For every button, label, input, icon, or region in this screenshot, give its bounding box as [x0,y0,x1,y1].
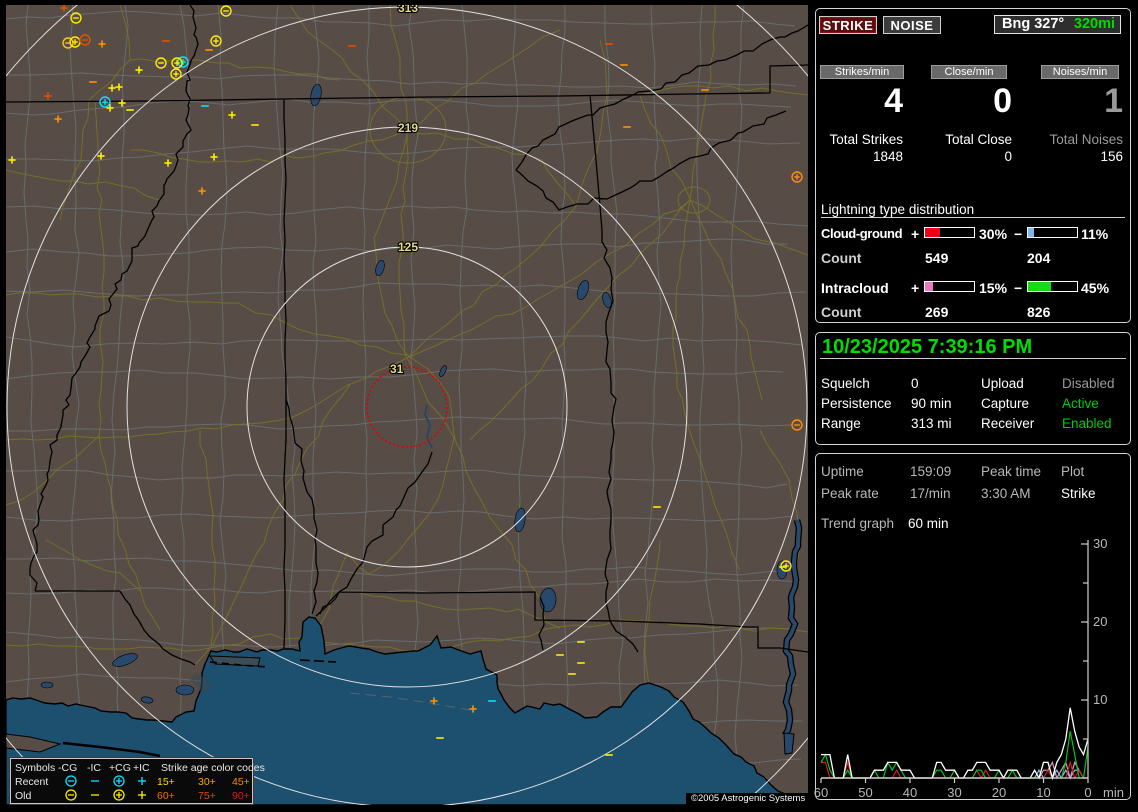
svg-text:10: 10 [1093,692,1107,707]
svg-text:60: 60 [814,785,828,800]
svg-text:30: 30 [1093,536,1107,551]
svg-text:min: min [1103,785,1124,800]
svg-text:10: 10 [1036,785,1050,800]
svg-text:30: 30 [947,785,961,800]
svg-text:50: 50 [858,785,872,800]
svg-text:0: 0 [1084,785,1091,800]
svg-text:20: 20 [1093,614,1107,629]
svg-text:20: 20 [992,785,1006,800]
svg-text:40: 40 [903,785,917,800]
